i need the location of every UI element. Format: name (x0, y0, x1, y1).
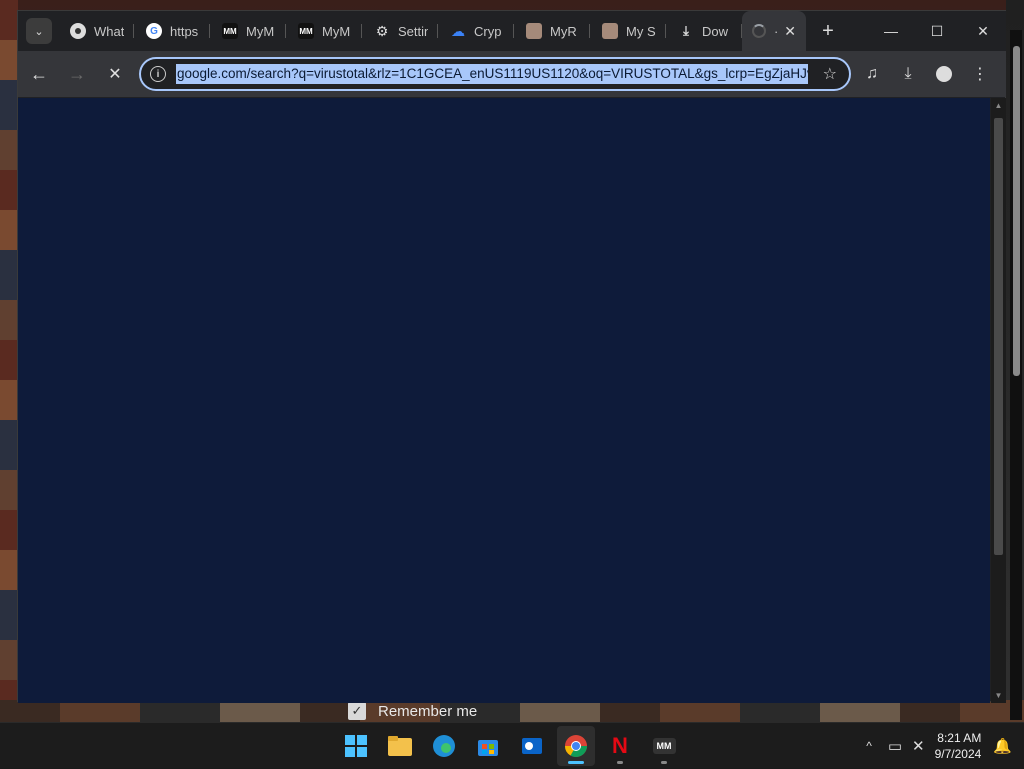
remember-me-label: Remember me (378, 702, 478, 720)
edge-button[interactable] (425, 726, 463, 766)
network-icon[interactable]: ▭ (888, 737, 902, 755)
remember-me-checkbox-row[interactable]: ✓ Remember me (348, 702, 477, 720)
outlook-icon (522, 738, 542, 754)
netflix-button[interactable]: N (601, 726, 639, 766)
tab-google[interactable]: G https (134, 11, 210, 51)
downloads-icon[interactable]: ⤓ (890, 57, 926, 91)
scrollbar-thumb[interactable] (1013, 46, 1020, 376)
maximize-icon[interactable]: ☐ (914, 11, 960, 51)
chrome-icon (70, 23, 86, 39)
mm-app-button[interactable]: MM (645, 726, 683, 766)
more-menu-icon[interactable]: ⋮ (962, 57, 998, 91)
edge-icon (433, 735, 455, 757)
avatar-icon (526, 23, 542, 39)
checkbox-checked-icon[interactable]: ✓ (348, 702, 366, 720)
bookmark-star-icon[interactable]: ☆ (823, 64, 837, 84)
tab-title: My S (626, 23, 656, 39)
tab-title: · (774, 23, 779, 39)
volume-muted-icon[interactable]: ✕ (912, 737, 925, 755)
tab-search-button[interactable]: ⌄ (26, 18, 52, 44)
tab-title: MyM (322, 23, 351, 39)
scroll-down-icon[interactable]: ▼ (994, 691, 1003, 700)
show-hidden-icons-icon[interactable]: ^ (866, 739, 872, 753)
tab-title: What (94, 23, 124, 39)
gear-icon: ⚙ (375, 22, 389, 39)
tab-title: MyR (550, 23, 577, 39)
tab-title: Cryp (474, 23, 502, 39)
tab-strip: ⌄ What G https MM MyM MM MyM ⚙ Settin ☁ … (18, 11, 1006, 51)
tab-mym-2[interactable]: MM MyM (286, 11, 362, 51)
site-info-icon[interactable]: i (150, 66, 166, 82)
taskbar: N MM ^ ▭ ✕ 8:21 AM 9/7/2024 🔔 (0, 722, 1024, 768)
address-bar[interactable]: i google.com/search?q=virustotal&rlz=1C1… (139, 57, 851, 91)
stop-loading-icon[interactable]: ✕ (98, 57, 132, 91)
tab-mym-1[interactable]: MM MyM (210, 11, 286, 51)
mm-icon: MM (298, 23, 314, 39)
active-indicator (568, 761, 584, 764)
outlook-button[interactable] (513, 726, 551, 766)
page-content (18, 98, 990, 703)
store-button[interactable] (469, 726, 507, 766)
new-tab-button[interactable]: + (814, 17, 842, 45)
loading-spinner-icon (752, 24, 766, 38)
tab-title: https (170, 23, 199, 39)
system-tray: ^ ▭ ✕ 8:21 AM 9/7/2024 🔔 (866, 723, 1024, 769)
window-controls: — ☐ ✕ (868, 11, 1006, 51)
clock[interactable]: 8:21 AM 9/7/2024 (935, 730, 982, 762)
tab-myr[interactable]: MyR (514, 11, 590, 51)
avatar-icon (602, 23, 618, 39)
windows-logo-icon (345, 735, 367, 757)
scroll-up-icon[interactable]: ▲ (994, 101, 1003, 110)
clock-date: 9/7/2024 (934, 747, 982, 761)
desktop-bottom-edge (0, 700, 1024, 722)
scrollbar-thumb[interactable] (994, 118, 1003, 555)
tab-active-loading[interactable]: · ✕ (742, 11, 806, 51)
browser-toolbar: ← → ✕ i google.com/search?q=virustotal&r… (18, 51, 1006, 97)
tab-downloads[interactable]: ⤓ Dow (666, 11, 742, 51)
forward-arrow-icon[interactable]: → (60, 57, 94, 91)
chrome-icon (565, 735, 587, 757)
background-page-scrollbar[interactable] (1010, 30, 1022, 720)
start-button[interactable] (337, 726, 375, 766)
taskbar-apps: N MM (337, 723, 683, 769)
back-arrow-icon[interactable]: ← (22, 57, 56, 91)
browser-window: ⌄ What G https MM MyM MM MyM ⚙ Settin ☁ … (17, 10, 1006, 703)
store-icon (478, 740, 498, 756)
clock-time: 8:21 AM (937, 731, 982, 745)
page-scrollbar[interactable]: ▲ ▼ (991, 98, 1006, 703)
chrome-button[interactable] (557, 726, 595, 766)
mm-icon: MM (222, 23, 238, 39)
tab-mys[interactable]: My S (590, 11, 666, 51)
file-explorer-button[interactable] (381, 726, 419, 766)
tab-title: Dow (702, 23, 729, 39)
url-input[interactable]: google.com/search?q=virustotal&rlz=1C1GC… (176, 64, 808, 84)
tab-title: Settin (398, 23, 428, 39)
desktop-left-edge (0, 0, 18, 722)
profile-icon[interactable] (926, 57, 962, 91)
tab-list: What G https MM MyM MM MyM ⚙ Settin ☁ Cr… (58, 11, 806, 51)
close-window-icon[interactable]: ✕ (960, 11, 1006, 51)
running-indicator (617, 761, 623, 764)
tab-title: MyM (246, 23, 275, 39)
download-icon: ⤓ (683, 23, 689, 38)
tab-crypto[interactable]: ☁ Cryp (438, 11, 514, 51)
close-tab-icon[interactable]: ✕ (784, 23, 796, 40)
notification-bell-icon[interactable]: 🔔 (993, 737, 1012, 755)
minimize-icon[interactable]: — (868, 11, 914, 51)
netflix-icon: N (612, 733, 628, 758)
tab-what[interactable]: What (58, 11, 134, 51)
mm-icon: MM (652, 738, 676, 754)
toolbar-right: ♫ ⤓ ⋮ (854, 57, 998, 91)
google-icon: G (146, 23, 162, 39)
tab-settings[interactable]: ⚙ Settin (362, 11, 438, 51)
folder-icon (388, 736, 412, 756)
running-indicator (661, 761, 667, 764)
media-controls-icon[interactable]: ♫ (854, 57, 890, 91)
cloud-icon: ☁ (451, 22, 465, 39)
